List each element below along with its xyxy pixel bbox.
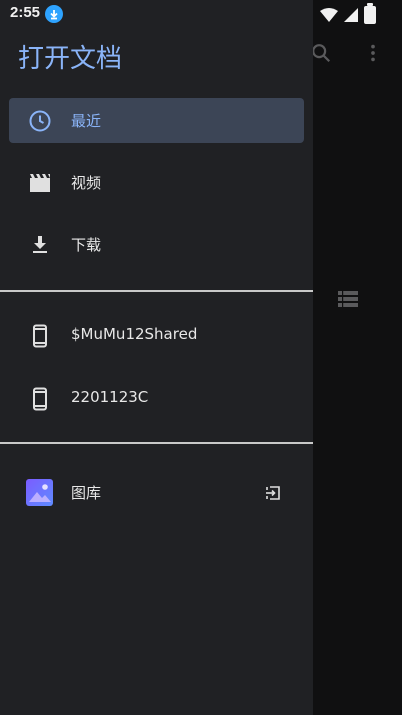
nav-item-label: 最近 <box>71 112 102 130</box>
wifi-icon <box>320 8 338 22</box>
nav-item-gallery[interactable]: 图库 <box>9 470 304 515</box>
nav-item-label: 图库 <box>71 484 102 502</box>
navigation-drawer: 打开文档 最近 视频 下载 $MuMu12Shared 2201123C 图库 <box>0 0 313 715</box>
clock-icon <box>29 110 51 132</box>
more-options-icon[interactable] <box>365 42 381 64</box>
status-bar: 2:55 <box>0 0 402 28</box>
nav-item-recent[interactable]: 最近 <box>9 98 304 143</box>
phone-icon <box>33 324 47 348</box>
battery-icon <box>364 3 376 24</box>
nav-item-videos[interactable]: 视频 <box>9 160 304 205</box>
nav-item-label: 2201123C <box>71 388 149 406</box>
movie-icon <box>30 174 50 192</box>
search-icon[interactable] <box>310 42 332 64</box>
nav-item-device-mumu-shared[interactable]: $MuMu12Shared <box>9 313 304 358</box>
section-divider <box>0 290 313 292</box>
nav-item-label: 视频 <box>71 174 102 192</box>
signal-icon <box>344 8 358 22</box>
open-in-icon[interactable] <box>263 483 283 503</box>
drawer-title: 打开文档 <box>18 44 123 74</box>
nav-item-device-2201123c[interactable]: 2201123C <box>9 376 304 421</box>
gallery-icon <box>26 479 53 506</box>
phone-icon <box>33 387 47 411</box>
section-divider <box>0 442 313 444</box>
download-notification-icon <box>45 5 63 23</box>
download-icon <box>33 236 47 253</box>
status-time: 2:55 <box>10 4 41 21</box>
list-view-icon[interactable] <box>337 289 359 309</box>
nav-item-downloads[interactable]: 下载 <box>9 222 304 267</box>
nav-item-label: $MuMu12Shared <box>71 325 198 343</box>
nav-item-label: 下载 <box>71 236 102 254</box>
